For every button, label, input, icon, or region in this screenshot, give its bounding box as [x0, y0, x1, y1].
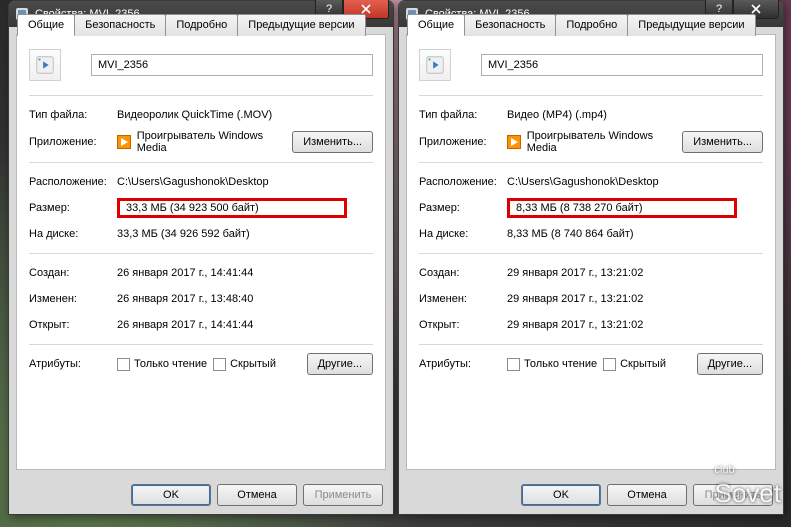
label-app: Приложение: — [29, 136, 117, 148]
cancel-button[interactable]: Отмена — [607, 484, 687, 506]
label-size: Размер: — [419, 202, 507, 214]
tab-details[interactable]: Подробно — [165, 14, 238, 36]
value-location: C:\Users\Gagushonok\Desktop — [117, 176, 373, 188]
apply-button[interactable]: Применить — [693, 484, 773, 506]
value-app: Проигрыватель Windows Media — [137, 130, 293, 154]
dialog-buttons: OK Отмена Применить — [131, 484, 383, 506]
value-opened: 26 января 2017 г., 14:41:44 — [117, 319, 373, 331]
tab-security[interactable]: Безопасность — [464, 14, 556, 36]
label-ondisk: На диске: — [29, 228, 117, 240]
filename-input[interactable] — [481, 54, 763, 76]
cancel-button[interactable]: Отмена — [217, 484, 297, 506]
value-opened: 29 января 2017 г., 13:21:02 — [507, 319, 763, 331]
label-location: Расположение: — [419, 176, 507, 188]
filename-input[interactable] — [91, 54, 373, 76]
label-created: Создан: — [29, 267, 117, 279]
tab-bar: Общие Безопасность Подробно Предыдущие в… — [17, 13, 365, 35]
label-app: Приложение: — [419, 136, 507, 148]
change-app-button[interactable]: Изменить... — [682, 131, 763, 153]
label-opened: Открыт: — [29, 319, 117, 331]
properties-window-left: Свойства: MVI_2356 ? Общие Безопасность … — [8, 0, 394, 515]
label-filetype: Тип файла: — [29, 109, 117, 121]
checkbox-hidden[interactable] — [213, 358, 226, 371]
value-filetype: Видеоролик QuickTime (.MOV) — [117, 109, 373, 121]
value-modified: 26 января 2017 г., 13:48:40 — [117, 293, 373, 305]
checkbox-readonly[interactable] — [507, 358, 520, 371]
value-app: Проигрыватель Windows Media — [527, 130, 683, 154]
label-modified: Изменен: — [419, 293, 507, 305]
properties-window-right: Свойства: MVI_2356 ? Общие Безопасность … — [398, 0, 784, 515]
label-hidden: Скрытый — [620, 358, 666, 370]
label-modified: Изменен: — [29, 293, 117, 305]
label-filetype: Тип файла: — [419, 109, 507, 121]
label-created: Создан: — [419, 267, 507, 279]
label-ondisk: На диске: — [419, 228, 507, 240]
value-ondisk: 8,33 МБ (8 740 864 байт) — [507, 228, 763, 240]
label-location: Расположение: — [29, 176, 117, 188]
file-type-icon — [29, 49, 61, 81]
label-readonly: Только чтение — [524, 358, 597, 370]
wmp-icon — [117, 135, 131, 149]
dialog-buttons: OK Отмена Применить — [521, 484, 773, 506]
tab-security[interactable]: Безопасность — [74, 14, 166, 36]
checkbox-hidden[interactable] — [603, 358, 616, 371]
ok-button[interactable]: OK — [521, 484, 601, 506]
change-app-button[interactable]: Изменить... — [292, 131, 373, 153]
label-size: Размер: — [29, 202, 117, 214]
property-sheet: Общие Безопасность Подробно Предыдущие в… — [406, 34, 776, 470]
tab-previous[interactable]: Предыдущие версии — [627, 14, 755, 36]
value-filetype: Видео (MP4) (.mp4) — [507, 109, 763, 121]
tab-general[interactable]: Общие — [407, 14, 465, 36]
checkbox-readonly[interactable] — [117, 358, 130, 371]
wmp-icon — [507, 135, 521, 149]
apply-button[interactable]: Применить — [303, 484, 383, 506]
other-attributes-button[interactable]: Другие... — [697, 353, 763, 375]
file-type-icon — [419, 49, 451, 81]
tab-general[interactable]: Общие — [17, 14, 75, 36]
label-opened: Открыт: — [419, 319, 507, 331]
property-sheet: Общие Безопасность Подробно Предыдущие в… — [16, 34, 386, 470]
value-created: 26 января 2017 г., 14:41:44 — [117, 267, 373, 279]
tab-details[interactable]: Подробно — [555, 14, 628, 36]
value-location: C:\Users\Gagushonok\Desktop — [507, 176, 763, 188]
label-hidden: Скрытый — [230, 358, 276, 370]
ok-button[interactable]: OK — [131, 484, 211, 506]
value-created: 29 января 2017 г., 13:21:02 — [507, 267, 763, 279]
tab-previous[interactable]: Предыдущие версии — [237, 14, 365, 36]
value-modified: 29 января 2017 г., 13:21:02 — [507, 293, 763, 305]
value-size-highlight: 8,33 МБ (8 738 270 байт) — [507, 198, 737, 218]
label-attributes: Атрибуты: — [29, 358, 117, 370]
value-ondisk: 33,3 МБ (34 926 592 байт) — [117, 228, 373, 240]
label-attributes: Атрибуты: — [419, 358, 507, 370]
value-size-highlight: 33,3 МБ (34 923 500 байт) — [117, 198, 347, 218]
tab-bar: Общие Безопасность Подробно Предыдущие в… — [407, 13, 755, 35]
other-attributes-button[interactable]: Другие... — [307, 353, 373, 375]
label-readonly: Только чтение — [134, 358, 207, 370]
